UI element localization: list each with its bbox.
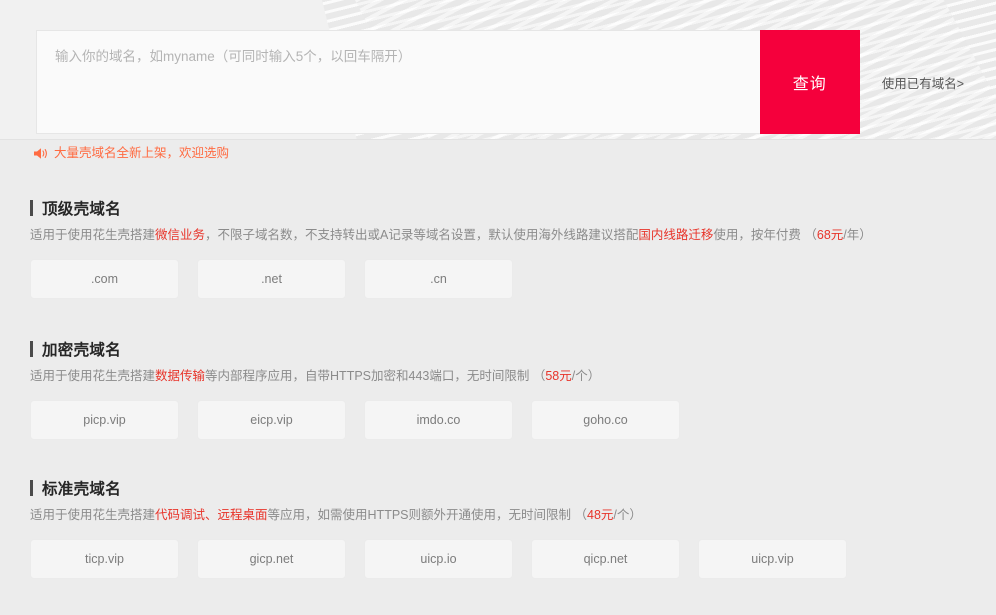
price-label: （68元/年） [800,228,872,242]
section-title-text: 顶级壳域名 [42,201,122,218]
description-text: 适用于使用花生壳搭建 [30,369,156,383]
section-description: 适用于使用花生壳搭建微信业务，不限子域名数，不支持转出或A记录等域名设置，默认使… [30,227,872,243]
section-title-bar [30,480,33,496]
highlighted-keyword: 国内线路迁移 [638,228,714,242]
highlighted-keyword: 代码调试、远程桌面 [155,508,268,522]
section-description: 适用于使用花生壳搭建代码调试、远程桌面等应用，如需使用HTTPS则额外开通使用，… [30,507,847,523]
price-amount: 58元 [545,369,572,383]
price-amount: 68元 [816,228,844,242]
section-title-bar [30,341,33,357]
domain-category-section: 顶级壳域名 适用于使用花生壳搭建微信业务，不限子域名数，不支持转出或A记录等域名… [30,198,872,299]
price-label: （58元/个） [529,369,601,383]
description-text: ，不限子域名数，不支持转出或A记录等域名设置，默认使用海外线路建议搭配 [205,228,639,242]
section-title: 标准壳域名 [30,478,847,498]
domain-suffix-chip[interactable]: imdo.co [364,400,513,440]
description-text: 适用于使用花生壳搭建 [30,228,156,242]
header-bottom-divider [0,139,996,140]
megaphone-icon [33,147,48,160]
domain-suffix-chip[interactable]: goho.co [531,400,680,440]
description-text: 等内部程序应用，自带HTTPS加密和443端口，无时间限制 [205,369,530,383]
section-title-text: 标准壳域名 [42,481,122,498]
promo-notice[interactable]: 大量壳域名全新上架，欢迎选购 [33,146,229,160]
domain-search-field-wrapper [36,30,760,134]
domain-search-bar: 查询 使用已有域名> [36,30,964,134]
section-title: 加密壳域名 [30,339,680,359]
section-description: 适用于使用花生壳搭建数据传输等内部程序应用，自带HTTPS加密和443端口，无时… [30,368,680,384]
highlighted-keyword: 数据传输 [155,369,206,383]
search-input[interactable] [53,45,748,121]
highlighted-keyword: 微信业务 [155,228,206,242]
section-title-bar [30,200,33,216]
domain-category-section: 加密壳域名 适用于使用花生壳搭建数据传输等内部程序应用，自带HTTPS加密和44… [30,339,680,440]
search-submit-button[interactable]: 查询 [759,30,860,134]
description-text: 等应用，如需使用HTTPS则额外开通使用，无时间限制 [267,508,572,522]
domain-suffix-chip[interactable]: picp.vip [30,400,179,440]
domain-suffix-list: .com .net .cn [30,259,872,299]
promo-notice-text: 大量壳域名全新上架，欢迎选购 [54,146,230,160]
domain-suffix-chip[interactable]: gicp.net [197,539,346,579]
use-existing-domain-link[interactable]: 使用已有域名> [882,30,964,134]
domain-suffix-chip[interactable]: qicp.net [531,539,680,579]
domain-suffix-chip[interactable]: uicp.vip [698,539,847,579]
domain-suffix-chip[interactable]: .net [197,259,346,299]
domain-suffix-chip[interactable]: eicp.vip [197,400,346,440]
domain-suffix-list: picp.vip eicp.vip imdo.co goho.co [30,400,680,440]
price-label: （48元/个） [571,508,642,522]
domain-category-section: 标准壳域名 适用于使用花生壳搭建代码调试、远程桌面等应用，如需使用HTTPS则额… [30,478,847,579]
section-title: 顶级壳域名 [30,198,872,218]
domain-suffix-chip[interactable]: uicp.io [364,539,513,579]
domain-suffix-chip[interactable]: .cn [364,259,513,299]
description-text: 使用，按年付费 [713,228,801,242]
description-text: 适用于使用花生壳搭建 [30,508,156,522]
domain-suffix-list: ticp.vip gicp.net uicp.io qicp.net uicp.vip [30,539,847,579]
price-amount: 48元 [587,508,614,522]
domain-suffix-chip[interactable]: .com [30,259,179,299]
section-title-text: 加密壳域名 [42,342,122,359]
domain-suffix-chip[interactable]: ticp.vip [30,539,179,579]
